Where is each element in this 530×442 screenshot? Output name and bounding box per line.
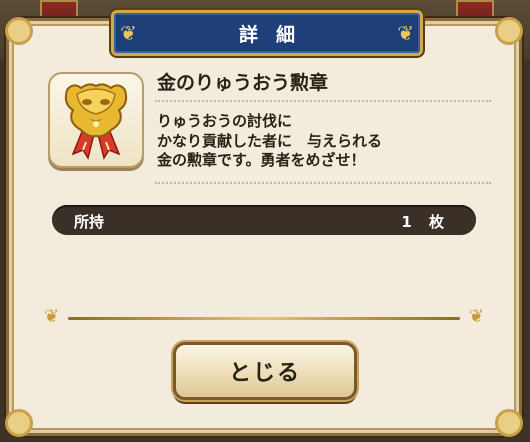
- dialog-title-plate: ❦ 詳細 ❦: [111, 10, 423, 56]
- fleur-de-lis-icon: ❦: [44, 306, 60, 327]
- item-name: 金のりゅうおう勲章: [157, 72, 329, 94]
- corner-ornament: [495, 409, 523, 437]
- ornamental-divider: ❦ ❦: [44, 306, 484, 327]
- possession-count: 1 枚: [401, 213, 450, 231]
- close-button[interactable]: とじる: [173, 342, 357, 400]
- item-icon-tile: [48, 72, 144, 168]
- possession-label: 所持: [74, 213, 105, 231]
- dialog-title: 詳細: [238, 23, 313, 46]
- divider-dotted: [155, 182, 491, 184]
- item-description: りゅうおうの討伐に かなり貢献した者に 与えられる 金の勲章です。勇者をめざせ！: [157, 112, 383, 169]
- fleur-de-lis-icon: ❦: [397, 21, 414, 45]
- corner-ornament: [5, 409, 33, 437]
- corner-ornament: [5, 17, 33, 45]
- divider-dotted: [155, 100, 491, 102]
- gold-dragonlord-medal-icon: [64, 83, 128, 160]
- corner-ornament: [495, 17, 523, 45]
- divider-rod: [68, 317, 460, 320]
- fleur-de-lis-icon: ❦: [120, 21, 137, 45]
- fleur-de-lis-icon: ❦: [468, 306, 484, 327]
- possession-bar: 所持 1 枚: [52, 205, 476, 235]
